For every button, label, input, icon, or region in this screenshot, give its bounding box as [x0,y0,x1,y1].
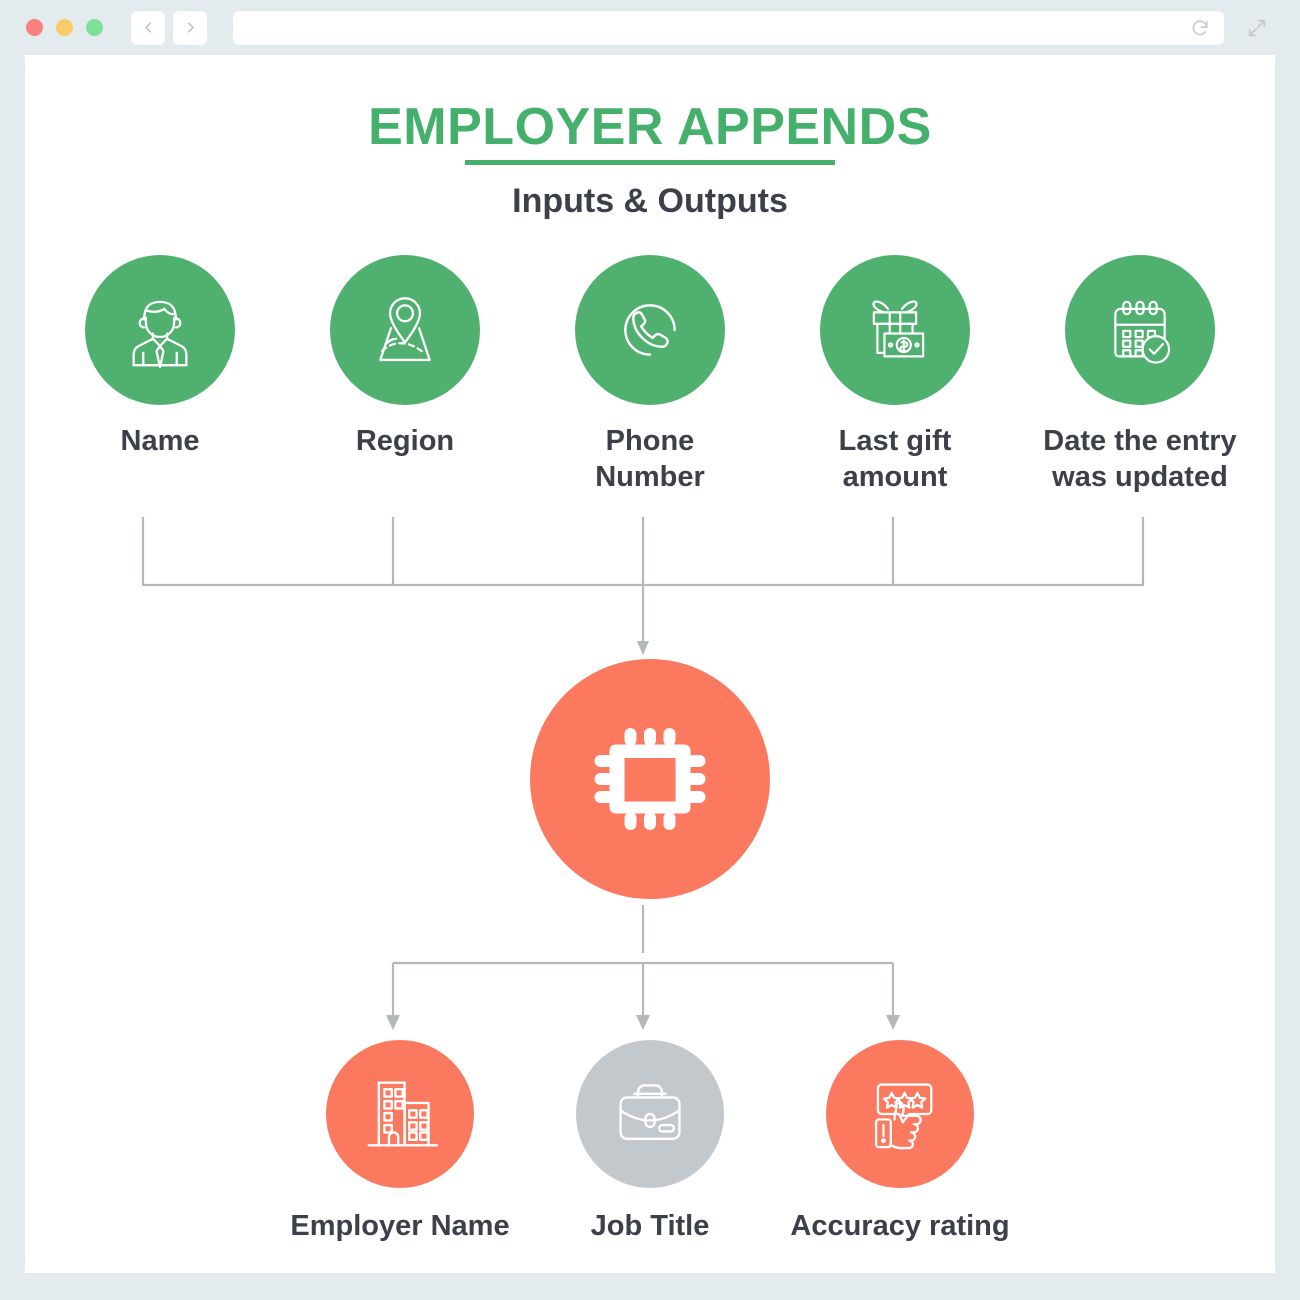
chevron-right-icon [187,22,194,33]
input-node-date-updated[interactable]: Date the entry was updated [1025,255,1255,496]
gift-money-icon [872,300,925,358]
office-building-icon [367,1081,438,1147]
back-button[interactable] [131,10,165,45]
input-node-last-gift[interactable]: Last gift amount [780,255,1010,496]
reload-icon[interactable] [1190,18,1210,38]
input-label: Region [355,425,455,457]
chevron-left-icon [144,22,151,33]
output-node-employer-name[interactable]: Employer Name [275,1040,525,1243]
browser-chrome [0,0,1300,55]
output-icon-badge-employer-name [326,1040,474,1188]
input-icon-badge-region [330,255,480,405]
inputs-row: Name Region Phone Number Last gift amoun… [25,255,1275,496]
arrowhead-to-processor [637,641,649,655]
input-label: Phone Number [595,425,705,494]
output-label: Job Title [590,1210,710,1242]
output-node-job-title[interactable]: Job Title [525,1040,775,1243]
cpu-chip-icon [594,728,706,830]
output-icon-badge-accuracy-rating [826,1040,974,1188]
title-underline [465,160,835,165]
output-label: Employer Name [290,1210,510,1242]
output-node-accuracy-rating[interactable]: Accuracy rating [775,1040,1025,1243]
phone-icon [624,304,676,356]
maximize-window-button[interactable] [86,19,103,36]
output-label: Accuracy rating [790,1210,1010,1242]
input-icon-badge-phone [575,255,725,405]
page-title: EMPLOYER APPENDS [368,98,932,156]
input-node-name[interactable]: Name [45,255,275,496]
briefcase-icon [619,1084,681,1141]
input-icon-badge-date-updated [1065,255,1215,405]
forward-button[interactable] [173,10,207,45]
address-bar[interactable] [233,10,1224,45]
thumbs-up-stars-icon [874,1083,933,1150]
businessman-icon [132,300,188,369]
close-window-button[interactable] [26,19,43,36]
arrowhead-to-output-1 [636,1015,650,1030]
window-controls [26,19,103,36]
input-label: Name [120,425,200,457]
processor-row [25,659,1275,899]
output-icon-badge-job-title [576,1040,724,1188]
input-node-region[interactable]: Region [290,255,520,496]
minimize-window-button[interactable] [56,19,73,36]
input-label: Last gift amount [838,425,952,494]
expand-arrows-icon [1248,19,1266,36]
input-node-phone[interactable]: Phone Number [535,255,765,496]
input-icon-badge-last-gift [820,255,970,405]
navigation-buttons [131,10,207,45]
processor-node[interactable] [530,659,770,899]
arrowhead-to-output-2 [386,1015,400,1030]
arrowhead-to-output-3 [886,1015,900,1030]
infographic-card: EMPLOYER APPENDS Inputs & Outputs Name R… [25,55,1275,1273]
input-label: Date the entry was updated [1043,425,1237,494]
map-pin-icon [379,297,431,362]
fullscreen-button[interactable] [1240,11,1274,45]
calendar-check-icon [1114,300,1171,364]
input-icon-badge-name [85,255,235,405]
outputs-row: Employer Name Job Title Accuracy rating [25,1040,1275,1243]
page-subtitle: Inputs & Outputs [512,182,788,220]
